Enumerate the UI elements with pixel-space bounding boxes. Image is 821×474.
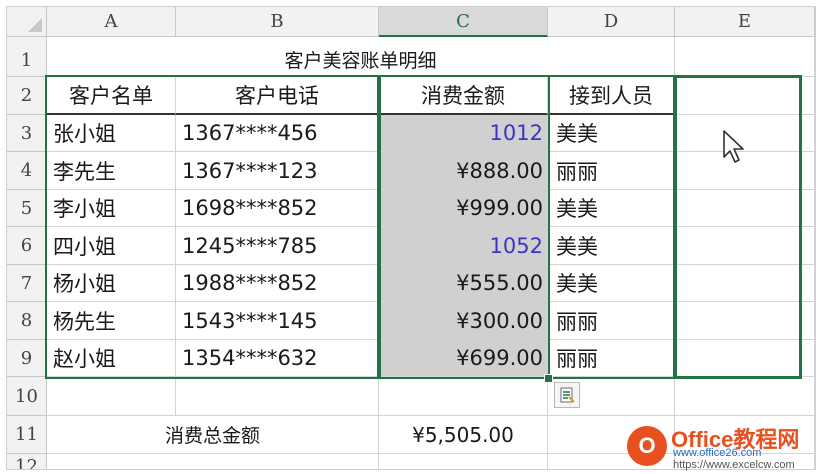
cell-e8[interactable]: [675, 302, 815, 340]
header-customer-name[interactable]: 客户名单: [47, 77, 176, 115]
cell-e7[interactable]: [675, 265, 815, 302]
cell-staff[interactable]: 丽丽: [548, 302, 675, 340]
cell-customer-phone[interactable]: 1698****852: [176, 190, 379, 227]
row-header-10[interactable]: 10: [7, 377, 47, 416]
cell-b10[interactable]: [176, 377, 379, 416]
column-header-b[interactable]: B: [176, 7, 379, 37]
cell-customer-phone[interactable]: 1367****456: [176, 115, 379, 152]
row-header-3[interactable]: 3: [7, 115, 47, 152]
cell-customer-phone[interactable]: 1245****785: [176, 227, 379, 265]
spreadsheet-grid: A B C D E 1 2 3 4 5 6 7 8 9 10 11 12 客户美…: [6, 6, 816, 470]
column-header-e[interactable]: E: [675, 7, 815, 37]
site-watermark: O Office教程网 www.office26.com https://www…: [627, 420, 817, 472]
cell-customer-phone[interactable]: 1543****145: [176, 302, 379, 340]
row-header-7[interactable]: 7: [7, 265, 47, 302]
cell-customer-name[interactable]: 四小姐: [47, 227, 176, 265]
cell-customer-name[interactable]: 杨小姐: [47, 265, 176, 302]
row-header-8[interactable]: 8: [7, 302, 47, 340]
watermark-url-secondary: https://www.excelcw.com: [673, 459, 795, 471]
cell-amount[interactable]: ¥999.00: [379, 190, 548, 227]
column-header-c[interactable]: C: [379, 7, 548, 37]
cell-staff[interactable]: 美美: [548, 115, 675, 152]
cell-amount[interactable]: ¥888.00: [379, 152, 548, 190]
row-header-4[interactable]: 4: [7, 152, 47, 190]
cell-amount[interactable]: 1012: [379, 115, 548, 152]
mouse-pointer-icon: [723, 130, 744, 163]
cell-e1[interactable]: [675, 37, 815, 77]
header-amount[interactable]: 消费金额: [379, 77, 548, 115]
row-header-12[interactable]: 12: [7, 454, 47, 469]
header-staff[interactable]: 接到人员: [548, 77, 675, 115]
quick-analysis-button[interactable]: [554, 382, 580, 408]
select-all-corner[interactable]: [7, 7, 47, 37]
cell-customer-phone[interactable]: 1354****632: [176, 340, 379, 377]
cell-c12[interactable]: [379, 454, 548, 469]
total-value-cell[interactable]: ¥5,505.00: [379, 416, 548, 454]
cell-c10[interactable]: [379, 377, 548, 416]
cell-customer-phone[interactable]: 1367****123: [176, 152, 379, 190]
row-header-1[interactable]: 1: [7, 37, 47, 77]
fill-handle[interactable]: [544, 374, 553, 383]
cell-e9[interactable]: [675, 340, 815, 377]
row-header-9[interactable]: 9: [7, 340, 47, 377]
cell-staff[interactable]: 美美: [548, 265, 675, 302]
row-header-2[interactable]: 2: [7, 77, 47, 115]
cell-e10[interactable]: [675, 377, 815, 416]
row-header-11[interactable]: 11: [7, 416, 47, 454]
cell-amount[interactable]: 1052: [379, 227, 548, 265]
cell-staff[interactable]: 美美: [548, 190, 675, 227]
cell-amount[interactable]: ¥555.00: [379, 265, 548, 302]
cell-customer-name[interactable]: 张小姐: [47, 115, 176, 152]
cell-a10[interactable]: [47, 377, 176, 416]
office-logo-icon: O: [627, 426, 667, 466]
cell-amount[interactable]: ¥699.00: [379, 340, 548, 377]
quick-analysis-icon: [560, 387, 575, 403]
cell-customer-phone[interactable]: 1988****852: [176, 265, 379, 302]
header-customer-phone[interactable]: 客户电话: [176, 77, 379, 115]
column-header-a[interactable]: A: [47, 7, 176, 37]
cell-customer-name[interactable]: 杨先生: [47, 302, 176, 340]
column-header-d[interactable]: D: [548, 7, 675, 37]
row-header-6[interactable]: 6: [7, 227, 47, 265]
cell-customer-name[interactable]: 李先生: [47, 152, 176, 190]
cell-customer-name[interactable]: 赵小姐: [47, 340, 176, 377]
watermark-url: www.office26.com: [673, 447, 762, 459]
cell-e2[interactable]: [675, 77, 815, 115]
cell-staff[interactable]: 丽丽: [548, 152, 675, 190]
cell-staff[interactable]: 丽丽: [548, 340, 675, 377]
total-label-cell[interactable]: 消费总金额: [47, 416, 379, 454]
cell-a12[interactable]: [47, 454, 379, 469]
cell-amount[interactable]: ¥300.00: [379, 302, 548, 340]
title-cell[interactable]: 客户美容账单明细: [47, 37, 675, 77]
cell-e6[interactable]: [675, 227, 815, 265]
cell-customer-name[interactable]: 李小姐: [47, 190, 176, 227]
row-header-5[interactable]: 5: [7, 190, 47, 227]
cell-e5[interactable]: [675, 190, 815, 227]
cell-staff[interactable]: 美美: [548, 227, 675, 265]
